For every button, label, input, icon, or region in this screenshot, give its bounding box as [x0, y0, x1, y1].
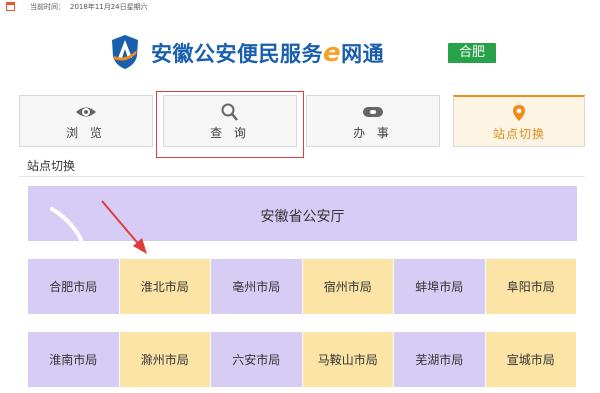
- tab-station-label: 站点切换: [492, 127, 545, 141]
- city-station-button[interactable]: 蚌埠市局: [394, 259, 486, 314]
- city-station-button[interactable]: 马鞍山市局: [302, 332, 394, 387]
- top-bar: 当前时间： 2018年11月24日星期六: [0, 0, 600, 14]
- police-badge-logo-icon: [112, 35, 138, 69]
- current-date: 2018年11月24日星期六: [70, 3, 148, 11]
- section-title: 站点切换: [27, 159, 76, 173]
- date-label: 当前时间：: [30, 3, 65, 11]
- city-station-button[interactable]: 六安市局: [211, 332, 303, 387]
- location-pin-icon: [513, 105, 525, 121]
- city-station-button[interactable]: 淮南市局: [28, 332, 120, 387]
- city-row-2: 淮南市局 滁州市局 六安市局 马鞍山市局 芜湖市局 宣城市局: [28, 332, 577, 387]
- city-row-1: 合肥市局 淮北市局 亳州市局 宿州市局 蚌埠市局 阜阳市局: [28, 259, 577, 314]
- city-station-button[interactable]: 合肥市局: [28, 259, 120, 314]
- tab-browse-label: 浏 览: [66, 126, 106, 140]
- tab-station-switch[interactable]: 站点切换: [453, 95, 585, 147]
- site-header: 安徽公安便民服务e网通: [0, 34, 600, 74]
- city-station-button[interactable]: 宿州市局: [302, 259, 394, 314]
- handshake-icon: [363, 107, 383, 117]
- city-station-button[interactable]: 阜阳市局: [485, 259, 577, 314]
- calendar-icon: [6, 2, 15, 11]
- province-station-label: 安徽省公安厅: [260, 209, 345, 225]
- city-station-button[interactable]: 芜湖市局: [394, 332, 486, 387]
- eye-icon: [76, 107, 96, 117]
- city-station-button[interactable]: 亳州市局: [211, 259, 303, 314]
- tab-browse[interactable]: 浏 览: [19, 95, 153, 147]
- site-title: 安徽公安便民服务e网通: [151, 38, 385, 68]
- city-station-button[interactable]: 宣城市局: [485, 332, 577, 387]
- tab-service-label: 办 事: [353, 126, 393, 140]
- city-badge: 合肥: [448, 43, 496, 63]
- province-station-button[interactable]: 安徽省公安厅: [28, 186, 577, 241]
- query-highlight-box: [156, 91, 304, 158]
- divider: [19, 176, 585, 177]
- city-station-button[interactable]: 淮北市局: [119, 259, 211, 314]
- tab-service[interactable]: 办 事: [306, 95, 440, 147]
- city-station-button[interactable]: 滁州市局: [119, 332, 211, 387]
